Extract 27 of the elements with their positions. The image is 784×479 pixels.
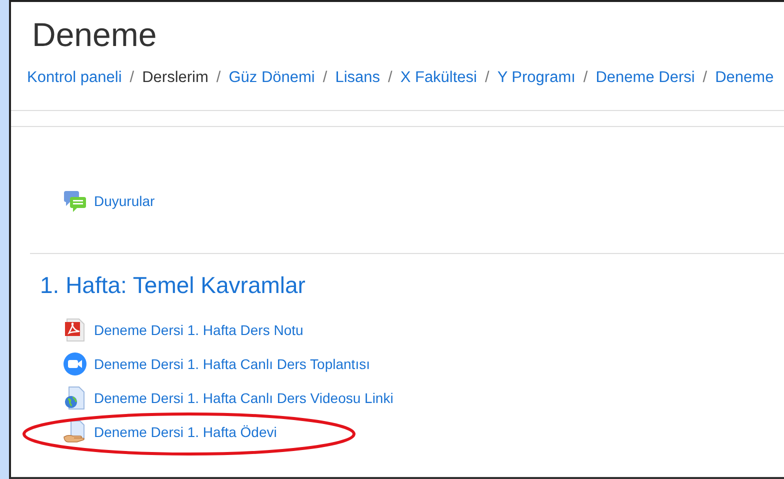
breadcrumb-separator: / xyxy=(702,68,708,88)
section-heading: 1. Hafta: Temel Kavramlar xyxy=(40,271,306,300)
activity-link[interactable]: Deneme Dersi 1. Hafta Canlı Ders Videosu Linki xyxy=(94,390,394,406)
activity-link[interactable]: Deneme Dersi 1. Hafta Ders Notu xyxy=(94,322,304,338)
breadcrumb-separator: / xyxy=(322,68,328,88)
video-camera-icon xyxy=(63,352,87,376)
hand-document-icon xyxy=(63,420,87,444)
breadcrumb-separator: / xyxy=(130,68,134,88)
breadcrumb-separator: / xyxy=(485,68,490,88)
breadcrumb-link[interactable]: Deneme xyxy=(715,68,774,88)
forum-icon xyxy=(63,188,87,212)
breadcrumb-link[interactable]: Y Programı xyxy=(497,68,576,88)
breadcrumb-link[interactable]: Kontrol paneli xyxy=(27,68,122,88)
page-title: Deneme xyxy=(32,16,157,54)
breadcrumb-link[interactable]: X Fakültesi xyxy=(400,68,477,88)
activity-link[interactable]: Deneme Dersi 1. Hafta Canlı Ders Toplantısı xyxy=(94,356,370,372)
breadcrumb-separator: / xyxy=(388,68,392,88)
breadcrumb-separator: / xyxy=(583,68,588,88)
breadcrumb-separator: / xyxy=(216,68,221,88)
breadcrumb-link[interactable]: Güz Dönemi xyxy=(228,68,315,88)
breadcrumb-link[interactable]: Deneme Dersi xyxy=(596,68,695,88)
breadcrumb-current: Derslerim xyxy=(142,68,208,88)
breadcrumb-link[interactable]: Lisans xyxy=(335,68,380,88)
globe-file-icon xyxy=(63,386,87,410)
activity-link[interactable]: Deneme Dersi 1. Hafta Ödevi xyxy=(94,424,277,440)
pdf-file-icon xyxy=(63,318,87,342)
activity-link[interactable]: Duyurular xyxy=(94,192,155,208)
